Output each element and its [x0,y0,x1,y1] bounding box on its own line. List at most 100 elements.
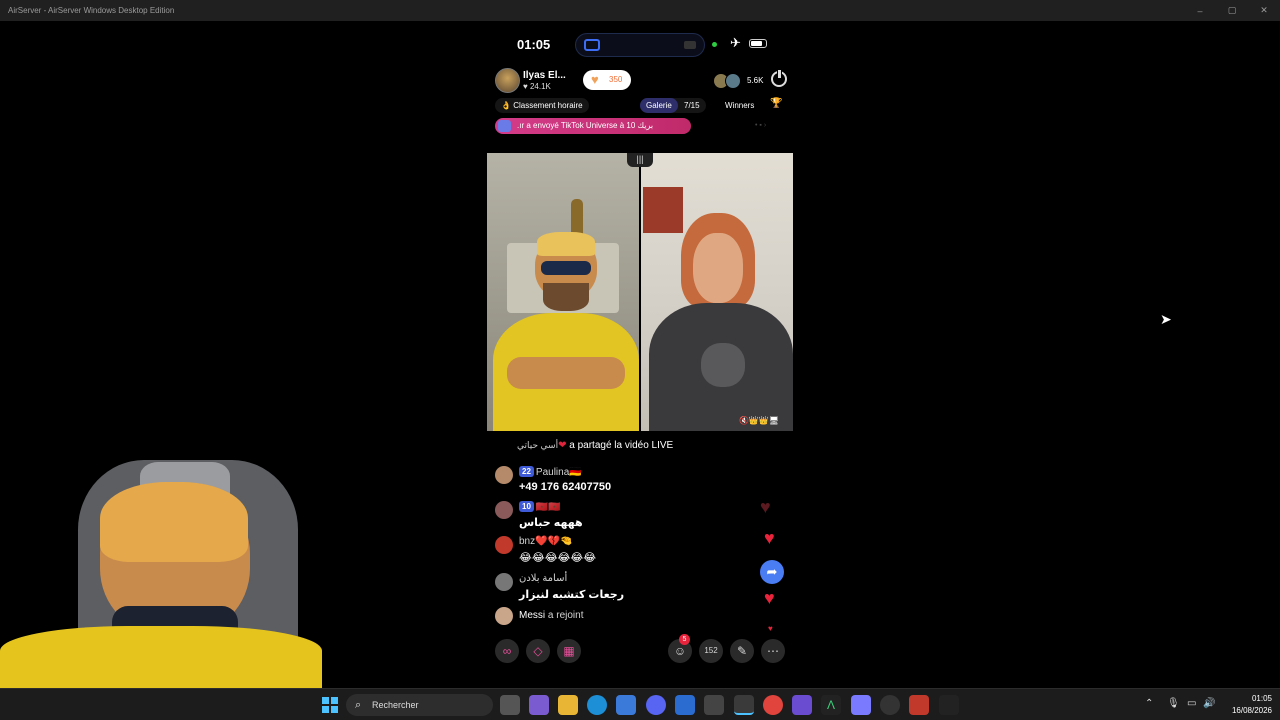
edge-icon[interactable] [587,695,607,715]
comment-item[interactable]: bnz❤️💔🤏 😂😂😂😂😂😂 [495,536,735,566]
windows-start-icon[interactable] [322,697,338,713]
join-notice: Messi a rejoint [495,607,695,625]
heart-icon: ❤ [558,440,567,451]
tiktok-icon[interactable] [939,695,959,715]
share-icon[interactable]: 152 [699,639,723,663]
comment-avatar[interactable] [495,501,513,519]
volume-icon[interactable]: 🔊 [1203,698,1215,709]
joiner-name[interactable]: Messi [519,610,545,621]
share-arrow-icon[interactable]: ➦ [760,560,784,584]
comment-avatar[interactable] [495,573,513,591]
live-video-split: 🔇👑👑🖥 ||| [487,153,793,431]
microphone-icon[interactable]: 🎙 [1167,698,1180,709]
viewer-avatar[interactable] [725,73,741,89]
trophy-icon[interactable]: 🏆 [770,98,782,109]
live-toolbar: ∞ ◇ ▦ ☺ 5 152 ✎ ⋯ [495,634,787,665]
person-hair [100,482,248,562]
level-badge: 22 [519,466,534,477]
copilot-icon[interactable] [529,695,549,715]
split-handle-icon[interactable]: ||| [627,153,653,167]
comment-header: 10 🇲🇦🇲🇦 [519,501,561,513]
phone-clock: 01:05 [517,37,551,52]
task-view-icon[interactable] [500,695,520,715]
taskbar-date: 16/08/2026 [1231,706,1272,715]
match-icon[interactable]: ◇ [526,639,550,663]
host-hair [537,232,595,256]
ranking-label: Classement horaire [513,101,583,110]
chrome-icon[interactable] [763,695,783,715]
windows-taskbar: ⌕ Rechercher Λ ⌃ 🎙 ▭ 🔊 01:05 16/08/2026 [0,688,1280,720]
more-icon[interactable]: ⋯ [761,639,785,663]
airserver-icon[interactable] [734,695,754,715]
taskbar-search[interactable]: ⌕ Rechercher [346,694,493,716]
outlook-icon[interactable] [675,695,695,715]
camera-indicator-icon [712,42,717,47]
capture-icon[interactable] [851,695,871,715]
app-icon[interactable] [880,695,900,715]
gift-banner-prefix: .ır [517,121,525,130]
comment-user[interactable]: أسامة بلادن [519,573,567,584]
file-explorer-icon[interactable] [558,695,578,715]
join-text: a rejoint [547,610,584,621]
comment-text: 😂😂😂😂😂😂 [519,552,597,564]
ranking-row: 👌 Classement horaire Galerie 7/15 Winner… [495,98,787,114]
chevron-up-icon[interactable]: ⌃ [1145,698,1153,709]
guest-video[interactable]: 🔇👑👑🖥 [641,153,793,431]
comment-user[interactable]: bnz❤️💔🤏 [519,536,572,547]
gallery-label: Galerie [640,98,678,113]
comment-item[interactable]: أسامة بلادن رجعات كتشبه لنيزار [495,573,735,603]
app-icon[interactable] [704,695,724,715]
minimize-button[interactable]: – [1184,0,1216,21]
airplane-mode-icon: ✈ [730,35,741,50]
discord-icon[interactable] [646,695,666,715]
comment-header: bnz❤️💔🤏 [519,536,572,547]
banner-dots-icon: • ▪ › [755,122,767,129]
floating-heart-icon: ♥ [764,528,775,548]
link-icon[interactable]: ∞ [495,639,519,663]
search-icon: ⌕ [355,699,362,711]
window-title: AirServer - AirServer Windows Desktop Ed… [8,6,175,15]
host-avatar[interactable] [495,68,520,93]
webcam-overlay [0,456,322,688]
host-video[interactable] [487,153,639,431]
store-icon[interactable] [616,695,636,715]
winners-button[interactable]: Winners [725,98,754,113]
taskbar-time: 01:05 [1251,694,1272,703]
power-icon[interactable] [771,69,787,87]
heart-icon: ♥ [523,82,528,91]
network-icon[interactable]: ▭ [1187,698,1196,709]
question-icon[interactable]: ☺ 5 [668,634,692,663]
grid-icon[interactable]: ▦ [557,639,581,663]
floating-heart-icon: ♥ [768,624,773,633]
gallery-count: 7/15 [684,101,700,110]
news-icon[interactable] [909,695,929,715]
comment-text: هههه حباس [519,517,583,529]
comment-user[interactable]: 🇲🇦🇲🇦 [536,502,561,513]
maximize-button[interactable]: ▢ [1216,0,1248,21]
share-notice-user[interactable]: أسي حياتي [517,440,558,450]
comment-item[interactable]: 10 🇲🇦🇲🇦 هههه حباس [495,501,735,531]
hourly-ranking-button[interactable]: 👌 Classement horaire [495,98,589,113]
host-name[interactable]: Ilyas El... [523,70,566,81]
follow-button[interactable]: ♥ 350 [583,70,631,90]
notification-badge: 5 [679,634,690,645]
magic-wand-icon[interactable]: ✎ [730,639,754,663]
comment-user[interactable]: Paulina🇩🇪 [536,467,582,478]
mouse-cursor-icon: ➤ [1160,311,1172,327]
comment-text: +49 176 62407750 [519,481,612,493]
gallery-button[interactable]: Galerie 7/15 [640,98,706,113]
taskbar-clock[interactable]: 01:05 16/08/2026 [1222,693,1272,717]
host-sunglasses [541,261,591,275]
close-button[interactable]: ✕ [1248,0,1280,21]
guest-status-icons: 🔇👑👑🖥 [738,416,779,425]
game-icon[interactable] [792,695,812,715]
app-a-icon[interactable]: Λ [821,695,841,715]
wall-poster [643,187,683,233]
comment-avatar[interactable] [495,466,513,484]
comment-item[interactable]: 22 Paulina🇩🇪 +49 176 62407750 [495,466,735,496]
battery-icon [749,39,767,48]
joiner-avatar[interactable] [495,607,513,625]
viewer-list[interactable]: 5.6K [713,72,773,90]
gift-banner[interactable]: .ır a envoyé TikTok Universe à 10 ‫بريك‬ [495,118,691,134]
comment-avatar[interactable] [495,536,513,554]
